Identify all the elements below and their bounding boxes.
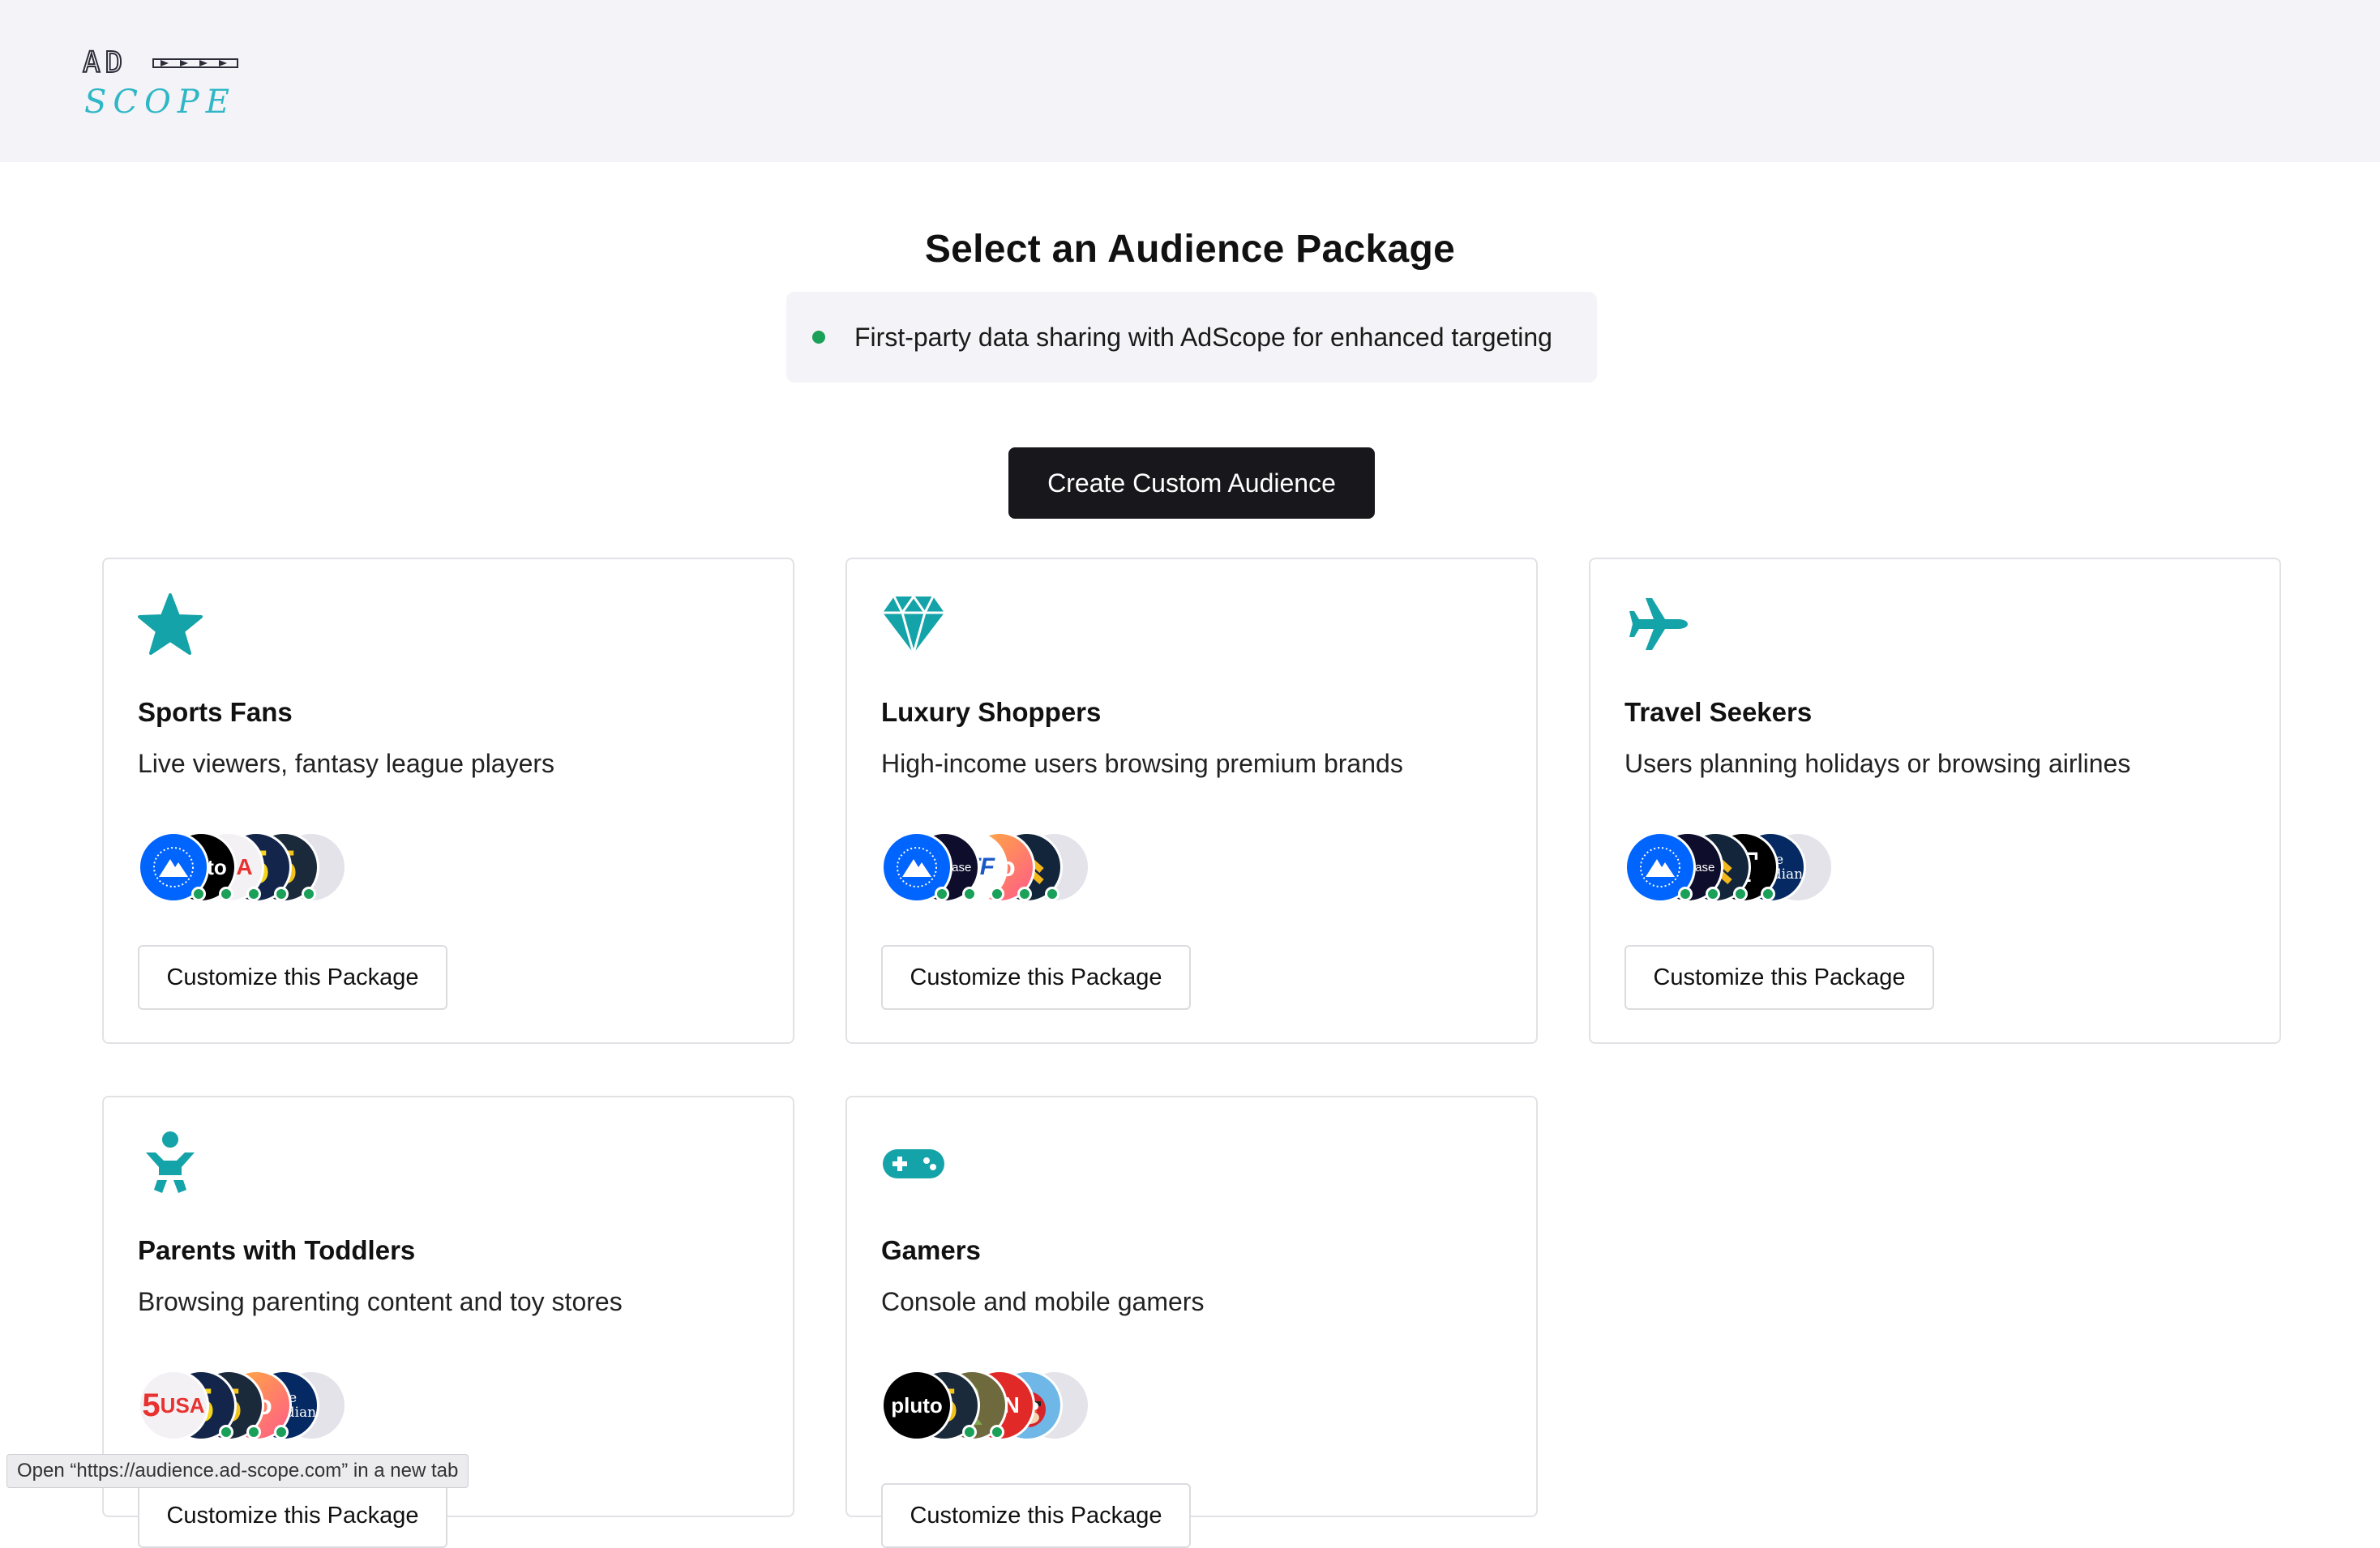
live-indicator xyxy=(990,887,1004,901)
package-name: Luxury Shoppers xyxy=(881,697,1102,727)
live-indicator xyxy=(1045,887,1059,901)
page-title: Select an Audience Package xyxy=(924,228,1456,271)
live-indicator xyxy=(962,1425,977,1439)
logo-scope-text: SCOPE xyxy=(84,83,236,121)
customize-package-button[interactable]: Customize this Package xyxy=(881,945,1191,1010)
package-description: Live viewers, fantasy league players xyxy=(138,749,555,778)
live-indicator xyxy=(302,887,316,901)
publisher-avatars: pluto 5 IGN + xyxy=(881,1370,1286,1444)
link-preview-tooltip: Open “https://audience.ad-scope.com” in … xyxy=(6,1454,469,1488)
status-dot-icon xyxy=(812,331,825,344)
live-indicator xyxy=(274,887,289,901)
gem-icon xyxy=(883,594,944,656)
package-name: Gamers xyxy=(881,1235,981,1265)
package-card-gamers[interactable]: Gamers Console and mobile gamers pluto 5… xyxy=(845,1096,1538,1548)
airplane-icon xyxy=(1629,598,1688,650)
customize-package-button[interactable]: Customize this Package xyxy=(138,945,447,1010)
customize-package-button[interactable]: Customize this Package xyxy=(881,1483,1191,1548)
live-indicator xyxy=(1017,887,1032,901)
publisher-avatars: showcase ATF lio + xyxy=(881,832,1286,906)
customize-package-button[interactable]: Customize this Package xyxy=(1624,945,1934,1010)
live-indicator xyxy=(219,887,233,901)
package-name: Parents with Toddlers xyxy=(138,1235,416,1265)
publisher-avatars: showcase T The Guardian + xyxy=(1624,832,2030,906)
top-bar: AD SCOPE xyxy=(0,0,2380,162)
package-name: Sports Fans xyxy=(138,697,293,727)
publisher-avatars: 5USA 5 5 lio The Guardian + xyxy=(138,1370,543,1444)
data-sharing-notice: First-party data sharing with AdScope fo… xyxy=(786,292,1597,383)
live-indicator xyxy=(1733,887,1748,901)
live-indicator xyxy=(246,887,261,901)
package-card-travel-seekers[interactable]: Travel Seekers Users planning holidays o… xyxy=(1589,558,2281,1044)
live-indicator xyxy=(935,887,949,901)
live-indicator xyxy=(191,887,206,901)
live-indicator xyxy=(246,1425,261,1439)
notice-text: First-party data sharing with AdScope fo… xyxy=(854,322,1552,352)
package-card-luxury-shoppers[interactable]: Luxury Shoppers High-income users browsi… xyxy=(845,558,1538,1044)
package-card-sports-fans[interactable]: Sports Fans Live viewers, fantasy league… xyxy=(102,558,794,1044)
usa-mark: USA xyxy=(160,1392,205,1418)
live-indicator xyxy=(1706,887,1720,901)
live-indicator xyxy=(962,887,977,901)
usa-prefix-mark: 5 xyxy=(142,1387,161,1423)
live-indicator xyxy=(990,1425,1004,1439)
customize-package-button[interactable]: Customize this Package xyxy=(138,1483,447,1548)
usa-network-logo-icon: 5 USA xyxy=(138,1370,209,1441)
package-description: Console and mobile gamers xyxy=(881,1287,1205,1316)
create-custom-audience-button[interactable]: Create Custom Audience xyxy=(1008,447,1375,519)
logo-ad-text: AD xyxy=(82,46,128,80)
adscope-logo[interactable]: AD SCOPE xyxy=(82,46,245,121)
publisher-avatars: pluto USA 5 5 + xyxy=(138,832,543,906)
package-description: Browsing parenting content and toy store… xyxy=(138,1287,623,1316)
logo-arrows-icon xyxy=(152,58,238,68)
package-description: High-income users browsing premium brand… xyxy=(881,749,1403,778)
baby-icon xyxy=(146,1131,195,1193)
live-indicator xyxy=(1761,887,1775,901)
live-indicator xyxy=(1678,887,1693,901)
live-indicator xyxy=(274,1425,289,1439)
pluto-logo-icon: pluto xyxy=(881,1370,952,1441)
package-name: Travel Seekers xyxy=(1624,697,1813,727)
gamepad-icon xyxy=(883,1149,944,1178)
package-description: Users planning holidays or browsing airl… xyxy=(1624,749,2131,778)
star-icon xyxy=(138,593,203,655)
live-indicator xyxy=(219,1425,233,1439)
